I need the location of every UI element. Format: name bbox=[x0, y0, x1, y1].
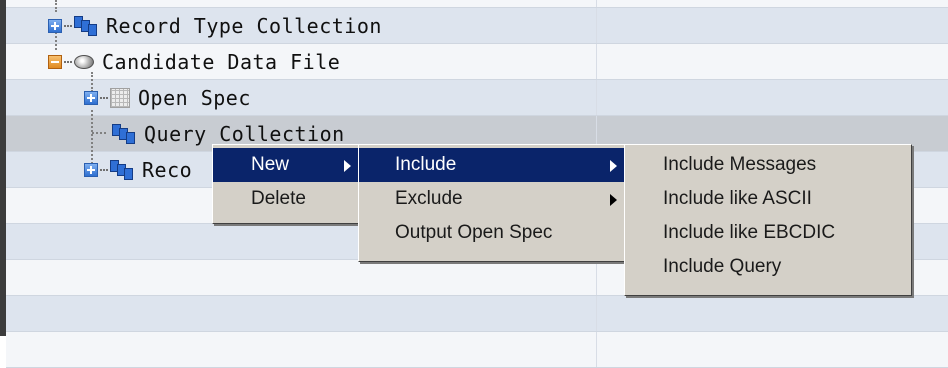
tree-connector bbox=[55, 0, 57, 12]
menu-item-label: Include like EBCDIC bbox=[663, 222, 836, 243]
submenu-arrow-icon bbox=[610, 160, 617, 172]
disk-icon bbox=[74, 55, 94, 69]
collection-icon bbox=[112, 124, 138, 144]
menu-item-include-like-ascii[interactable]: Include like ASCII bbox=[625, 182, 911, 216]
submenu-arrow-icon bbox=[610, 194, 617, 206]
collection-icon bbox=[110, 160, 136, 180]
include-submenu: Include Messages Include like ASCII Incl… bbox=[624, 144, 912, 296]
menu-item-delete[interactable]: Delete bbox=[213, 182, 361, 216]
collapse-icon[interactable] bbox=[48, 55, 62, 69]
menu-item-label: Exclude bbox=[395, 188, 463, 209]
menu-item-exclude[interactable]: Exclude bbox=[359, 182, 627, 216]
expand-icon[interactable] bbox=[84, 91, 98, 105]
menu-item-include-query[interactable]: Include Query bbox=[625, 250, 911, 284]
new-submenu: Include Exclude Output Open Spec bbox=[358, 144, 628, 262]
tree-connector bbox=[100, 169, 108, 171]
menu-item-label: Include Messages bbox=[663, 154, 817, 175]
tree-node-label: Open Spec bbox=[138, 86, 251, 110]
context-menu: New Delete bbox=[212, 144, 362, 224]
tree-node-label: Reco bbox=[142, 158, 193, 182]
tree-node-record-type-collection[interactable]: Record Type Collection bbox=[48, 14, 382, 38]
tree-connector bbox=[64, 25, 72, 27]
tree-row bbox=[6, 332, 948, 368]
menu-item-new[interactable]: New bbox=[213, 148, 361, 182]
menu-item-include-messages[interactable]: Include Messages bbox=[625, 148, 911, 182]
menu-item-label: Include Query bbox=[663, 256, 782, 277]
menu-item-label: Include bbox=[395, 154, 457, 175]
tree-row bbox=[6, 296, 948, 332]
grid-icon bbox=[110, 88, 130, 108]
collection-icon bbox=[74, 16, 100, 36]
tree-connector bbox=[64, 61, 72, 63]
menu-item-output-open-spec[interactable]: Output Open Spec bbox=[359, 216, 627, 250]
tree-connector bbox=[100, 97, 108, 99]
tree-node-record[interactable]: Reco bbox=[84, 158, 192, 182]
menu-item-label: New bbox=[251, 154, 290, 175]
expand-icon[interactable] bbox=[84, 163, 98, 177]
submenu-arrow-icon bbox=[344, 160, 351, 172]
expand-icon[interactable] bbox=[48, 19, 62, 33]
tree-node-label: Candidate Data File bbox=[102, 50, 341, 74]
menu-item-include[interactable]: Include bbox=[359, 148, 627, 182]
tree-node-label: Record Type Collection bbox=[106, 14, 382, 38]
menu-item-include-like-ebcdic[interactable]: Include like EBCDIC bbox=[625, 216, 911, 250]
tree-node-candidate-data-file[interactable]: Candidate Data File bbox=[48, 50, 340, 74]
menu-item-label: Delete bbox=[251, 188, 306, 209]
menu-item-label: Include like ASCII bbox=[663, 188, 812, 209]
tree-row bbox=[6, 0, 948, 8]
tree-node-query-collection[interactable]: Query Collection bbox=[112, 122, 345, 146]
tree-node-open-spec[interactable]: Open Spec bbox=[84, 86, 251, 110]
menu-item-label: Output Open Spec bbox=[395, 222, 553, 243]
tree-connector bbox=[92, 132, 106, 134]
tree-node-label: Query Collection bbox=[144, 122, 345, 146]
